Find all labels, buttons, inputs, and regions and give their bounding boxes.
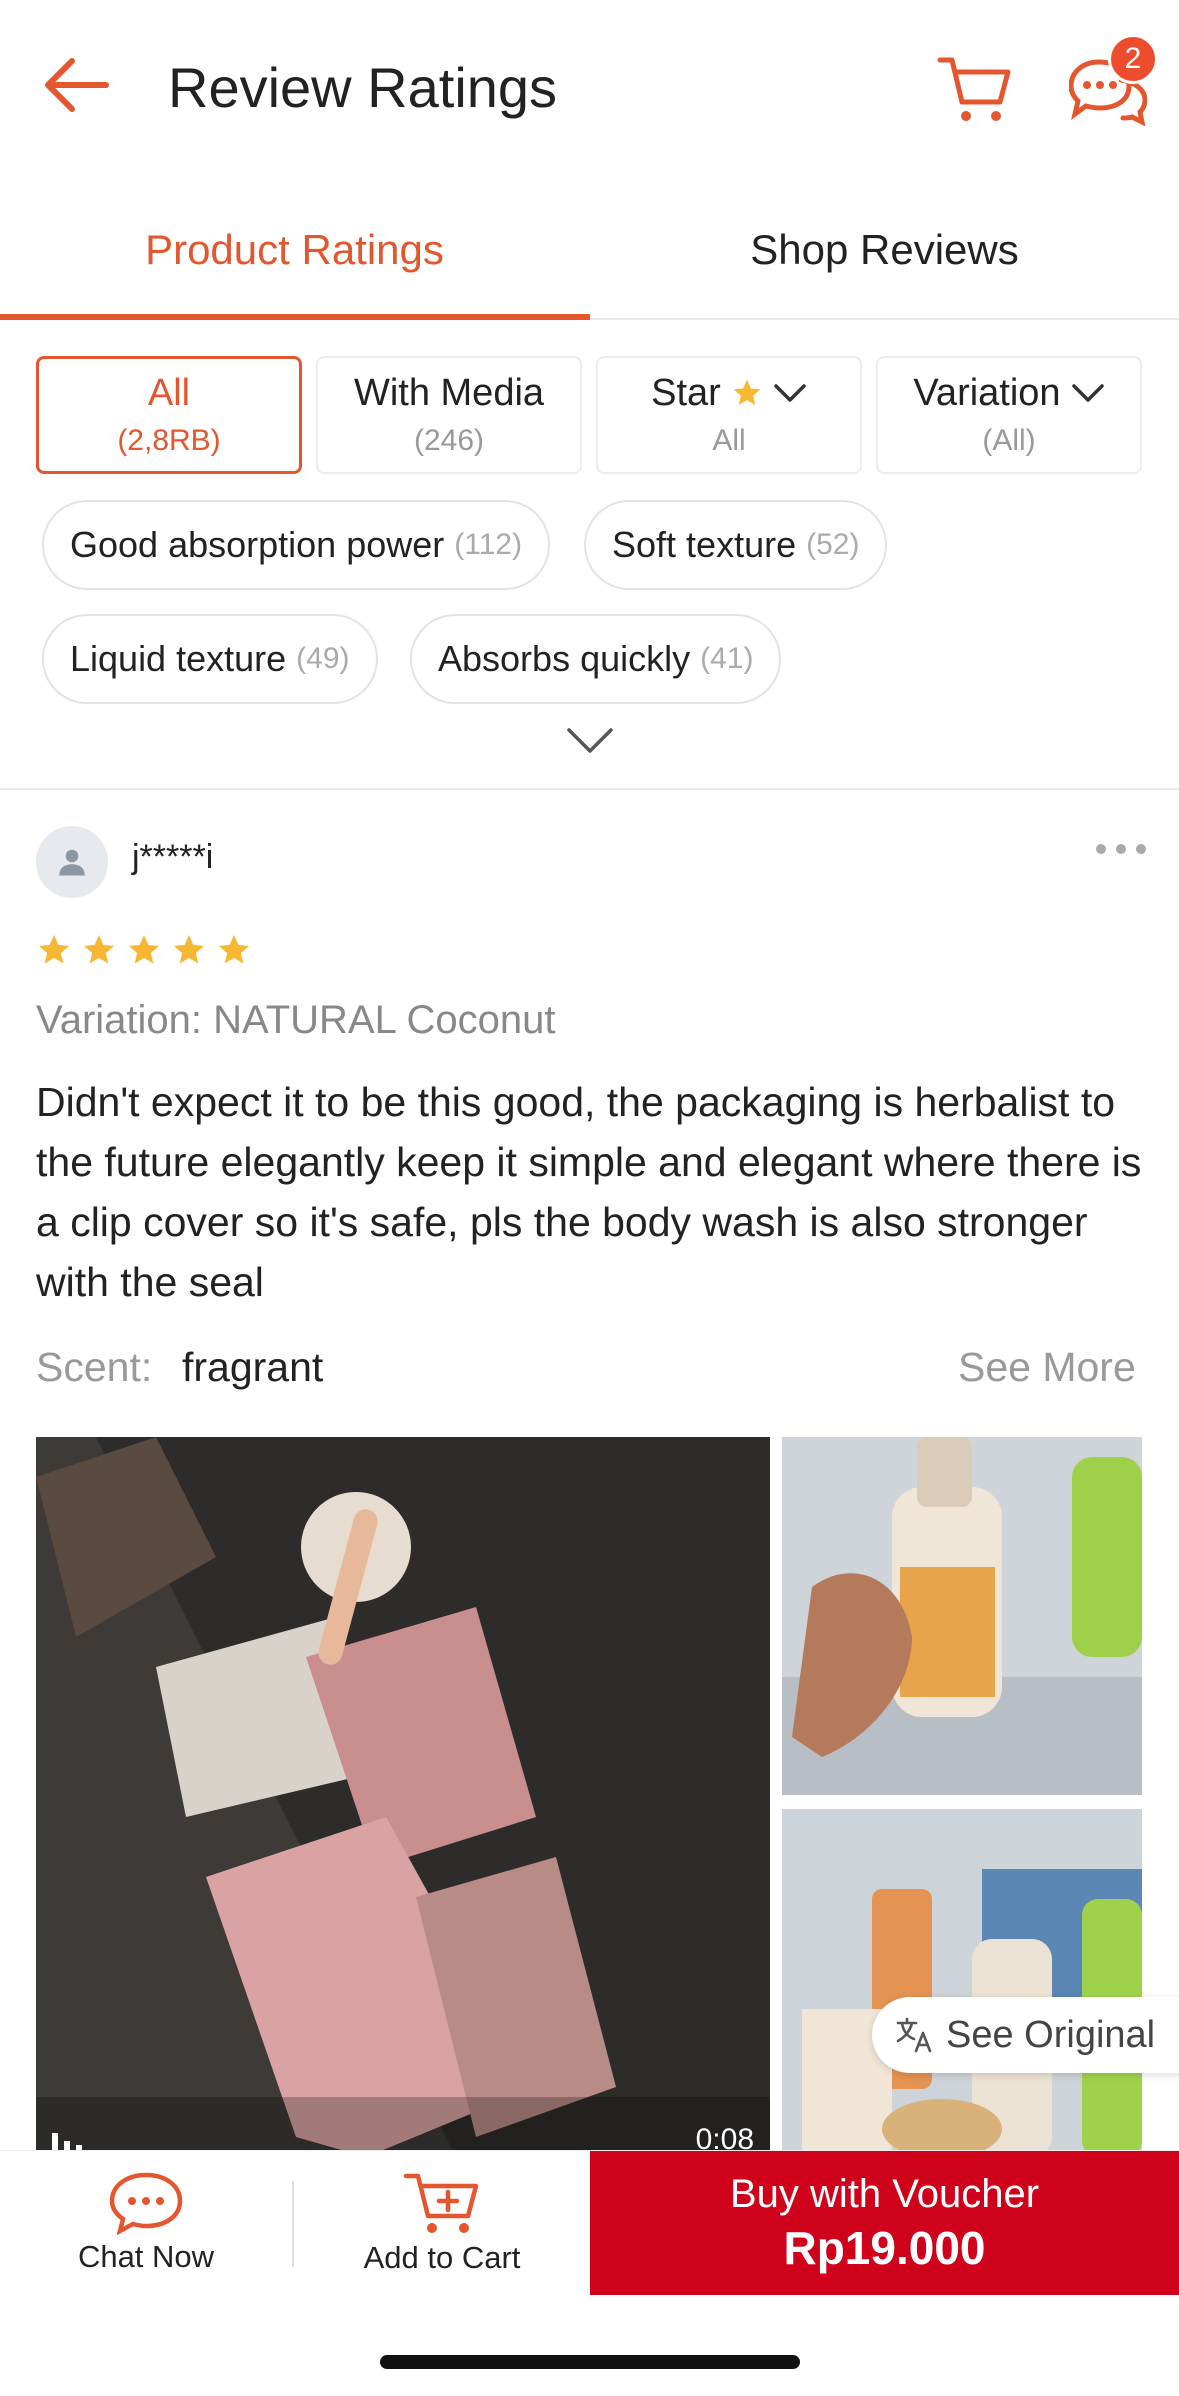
bottom-action-bar: Chat Now Add to Cart Buy with Voucher Rp… bbox=[0, 2150, 1179, 2295]
star-icon bbox=[84, 935, 114, 964]
filter-with-media-label: With Media bbox=[353, 372, 545, 414]
review-text: Didn't expect it to be this good, the pa… bbox=[36, 1079, 1142, 1305]
filter-all[interactable]: All (2,8RB) bbox=[36, 356, 302, 474]
chip-good-absorption-power[interactable]: Good absorption power (112) bbox=[42, 500, 551, 590]
back-arrow-icon[interactable] bbox=[30, 40, 120, 130]
star-icon bbox=[129, 935, 159, 964]
chevron-down-icon bbox=[774, 384, 806, 402]
chip-count: (52) bbox=[806, 528, 860, 561]
tab-shop-reviews[interactable]: Shop Reviews bbox=[590, 180, 1179, 320]
review-card: j*****i Variation: NATURAL Coconut Didn'… bbox=[0, 792, 1179, 2157]
filter-all-label: All bbox=[147, 372, 191, 414]
add-to-cart-label: Add to Cart bbox=[363, 2240, 521, 2275]
home-indicator bbox=[380, 2355, 800, 2369]
filter-with-media[interactable]: With Media (246) bbox=[316, 356, 582, 474]
filter-star[interactable]: Star All bbox=[596, 356, 862, 474]
see-original-label: See Original bbox=[946, 2013, 1156, 2056]
buy-with-voucher-button[interactable]: Buy with Voucher Rp19.000 bbox=[590, 2151, 1179, 2295]
review-photo-1[interactable] bbox=[782, 1437, 1142, 1795]
photo-preview-image bbox=[782, 1437, 1142, 1795]
tab-product-ratings[interactable]: Product Ratings bbox=[0, 180, 589, 320]
expand-filters-chevron-icon[interactable] bbox=[560, 718, 620, 762]
scent-label: Scent: bbox=[36, 1344, 153, 1390]
filter-variation-label: Variation bbox=[913, 372, 1061, 414]
chip-soft-texture[interactable]: Soft texture (52) bbox=[584, 500, 888, 590]
cart-icon[interactable] bbox=[925, 40, 1025, 140]
filter-variation[interactable]: Variation (All) bbox=[876, 356, 1142, 474]
chip-count: (112) bbox=[454, 528, 523, 561]
star-rating bbox=[36, 932, 252, 968]
scent-value: fragrant bbox=[182, 1344, 324, 1390]
star-icon bbox=[733, 379, 761, 405]
reviewer-username: j*****i bbox=[132, 838, 214, 876]
chip-count: (41) bbox=[700, 642, 754, 675]
photo-preview-image bbox=[782, 1809, 1142, 2157]
filter-star-label: Star bbox=[651, 372, 721, 414]
chip-absorbs-quickly[interactable]: Absorbs quickly (41) bbox=[410, 614, 782, 704]
translate-icon bbox=[896, 2017, 932, 2053]
filter-with-media-count: (246) bbox=[413, 424, 485, 457]
chip-label: Absorbs quickly bbox=[438, 638, 691, 679]
bottom-bar-divider bbox=[292, 2181, 294, 2267]
see-original-button[interactable]: See Original bbox=[872, 1997, 1179, 2073]
chip-liquid-texture[interactable]: Liquid texture (49) bbox=[42, 614, 378, 704]
chevron-down-icon bbox=[1071, 384, 1104, 402]
chat-icon bbox=[109, 2172, 183, 2235]
add-to-cart-button[interactable]: Add to Cart bbox=[296, 2151, 588, 2295]
chat-now-label: Chat Now bbox=[77, 2239, 215, 2274]
chat-now-button[interactable]: Chat Now bbox=[0, 2151, 292, 2295]
page-title: Review Ratings bbox=[168, 56, 558, 119]
user-avatar bbox=[36, 826, 108, 898]
filter-all-count: (2,8RB) bbox=[117, 424, 221, 457]
filter-star-value: All bbox=[712, 424, 746, 457]
star-icon bbox=[219, 935, 249, 964]
rating-tabs: Product Ratings Shop Reviews bbox=[0, 180, 1179, 320]
chip-count: (49) bbox=[296, 642, 350, 675]
person-icon bbox=[59, 849, 85, 876]
star-icon bbox=[174, 935, 204, 964]
chat-notification-badge: 2 bbox=[1108, 34, 1158, 84]
chip-label: Liquid texture bbox=[70, 638, 287, 679]
chip-label: Good absorption power bbox=[70, 524, 445, 565]
review-video-thumbnail[interactable]: 0:08 bbox=[36, 1437, 770, 2157]
see-more-link[interactable]: See More bbox=[958, 1344, 1136, 1391]
more-options-icon[interactable] bbox=[1086, 834, 1156, 864]
star-icon bbox=[39, 935, 69, 964]
video-preview-image bbox=[36, 1437, 770, 2157]
review-photo-2[interactable] bbox=[782, 1809, 1142, 2157]
filter-panel: All (2,8RB) With Media (246) Star All Va… bbox=[0, 320, 1179, 790]
review-variation: Variation: NATURAL Coconut bbox=[36, 998, 556, 1042]
chip-label: Soft texture bbox=[612, 524, 797, 565]
filter-variation-value: (All) bbox=[982, 424, 1036, 457]
buy-with-voucher-label: Buy with Voucher bbox=[729, 2172, 1040, 2216]
header: Review Ratings 2 bbox=[0, 0, 1179, 175]
buy-price: Rp19.000 bbox=[783, 2222, 986, 2274]
add-to-cart-icon bbox=[403, 2173, 479, 2233]
